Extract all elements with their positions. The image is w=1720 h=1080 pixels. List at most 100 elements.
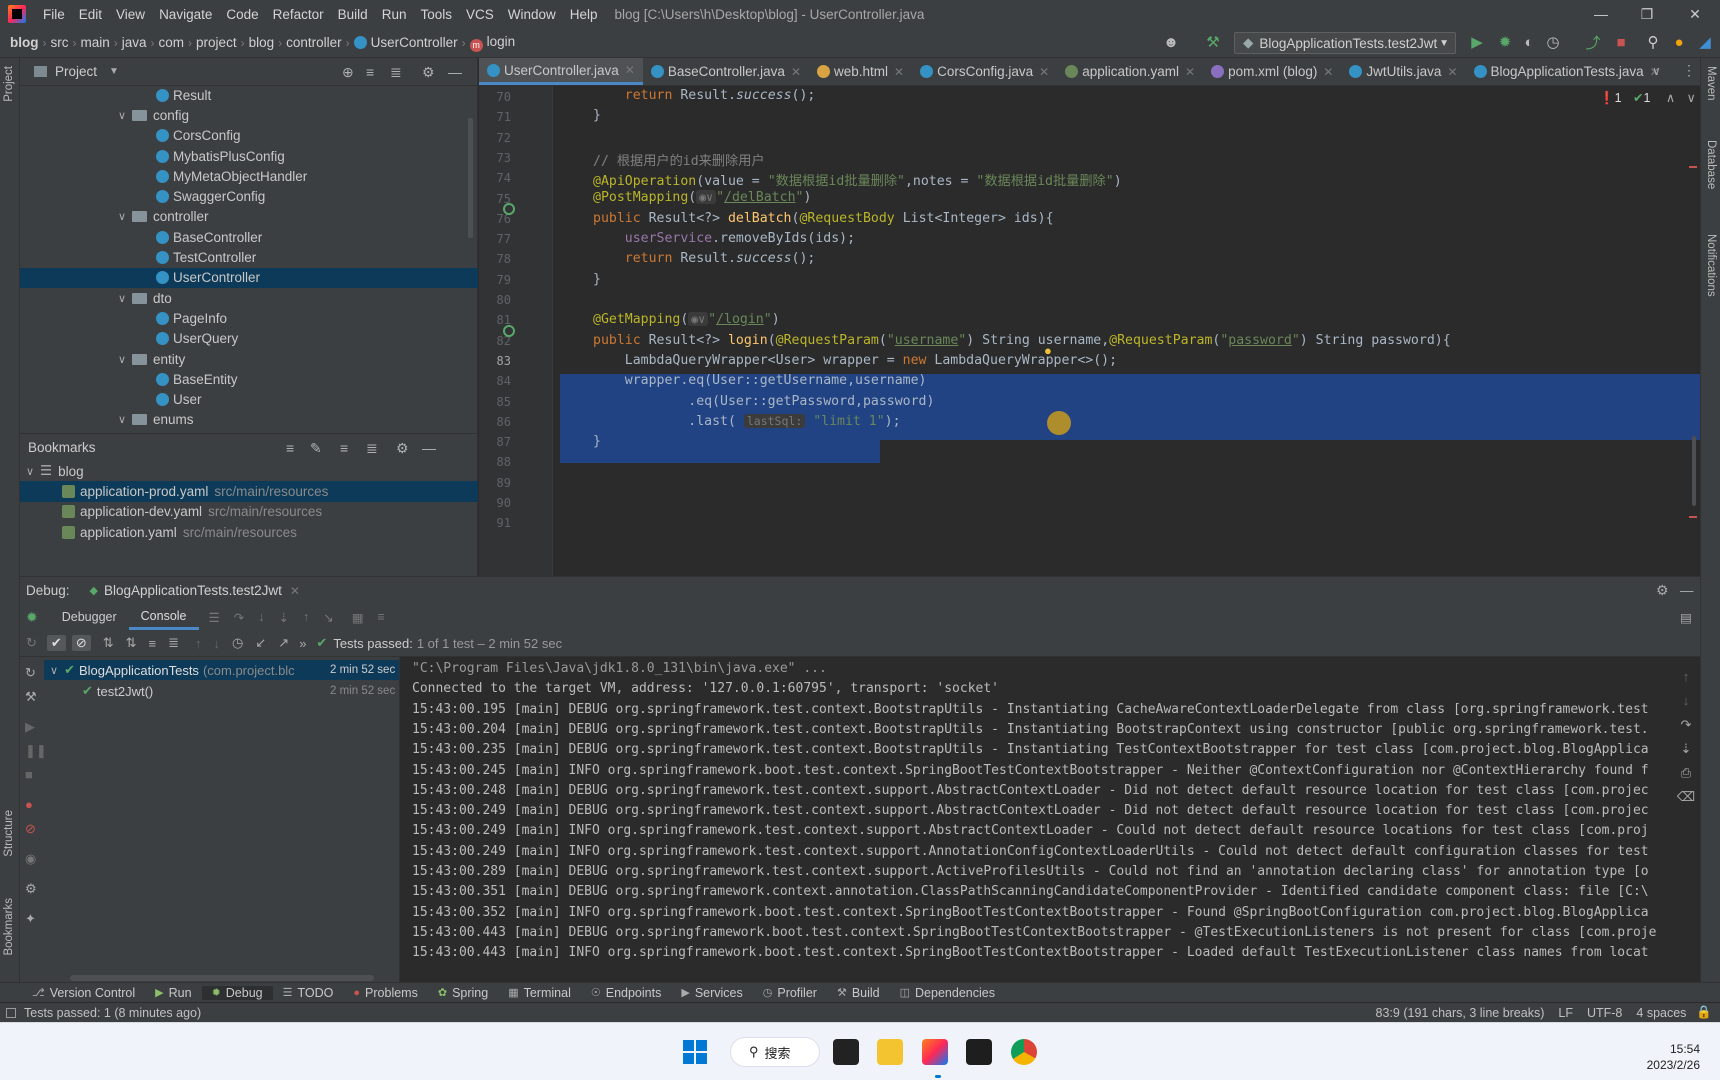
endpoint-gutter-icon[interactable] [503,325,515,337]
bookmarks-tool-label[interactable]: Bookmarks [3,898,15,956]
line-separator[interactable]: LF [1558,1006,1573,1020]
breadcrumb-project[interactable]: project [192,35,241,50]
tool-window-button[interactable]: ◫ Dependencies [890,986,1005,1000]
build-hammer-icon[interactable]: ⚒ [1204,33,1222,51]
tool-window-button[interactable]: ✹ Debug [201,985,273,1000]
bookmark-item[interactable]: application-prod.yaml src/main/resources [20,481,478,502]
tab-list-chevron-icon[interactable]: ∨ [1652,64,1661,78]
next-failed-icon[interactable]: ↓ [214,636,221,651]
restore-button[interactable]: ❐ [1624,0,1670,28]
wrench-icon[interactable]: ⚒ [25,689,37,705]
collapse-all-icon[interactable]: ≣ [366,440,378,457]
tool-window-button[interactable]: ⚒ Build [827,986,890,1000]
menu-code[interactable]: Code [219,7,265,22]
notifications-tool-label[interactable]: Notifications [1705,234,1717,297]
menu-run[interactable]: Run [375,7,414,22]
bookmark-item[interactable]: application-dev.yaml src/main/resources [20,502,478,522]
menu-refactor[interactable]: Refactor [266,7,331,22]
editor-tab[interactable]: BaseController.java ✕ [643,58,809,85]
print-icon[interactable]: ⎙ [1676,761,1696,785]
step-over-icon[interactable]: ↷ [234,610,244,625]
list-icon[interactable]: ☰ [209,610,220,625]
close-icon[interactable]: ✕ [791,65,801,79]
sort-duration-icon[interactable]: ⇅ [126,635,137,651]
close-icon[interactable]: ✕ [1185,65,1195,79]
breadcrumb-usercontroller[interactable]: UserController [350,35,462,50]
tree-class[interactable]: BaseEntity [20,369,478,389]
menu-window[interactable]: Window [501,7,563,22]
rerun-icon[interactable]: ↻ [25,665,36,681]
plugin-icon[interactable]: ◢ [1696,33,1714,51]
tool-window-button[interactable]: ◷ Profiler [753,986,827,1000]
step-into-icon[interactable]: ↓ [258,610,264,624]
gear-icon[interactable]: ⚙ [396,440,409,457]
more-icon[interactable]: ⋮ [1682,62,1696,79]
bookmark-root[interactable]: ∨ ☰ blog [20,461,478,481]
tool-window-button[interactable]: ▦ Terminal [498,986,581,1000]
editor-tab[interactable]: UserController.java ✕ [479,58,643,85]
gear-icon[interactable]: ⚙ [1656,582,1669,599]
taskbar-search[interactable]: ⚲ 搜索 [730,1037,820,1067]
close-window-button[interactable]: ✕ [1672,0,1718,28]
error-stripe-mark[interactable] [1689,516,1697,518]
editor-tab[interactable]: application.yaml ✕ [1057,58,1203,85]
expand-all-icon[interactable]: ≡ [340,440,348,456]
tree-class[interactable]: PageInfo [20,308,478,328]
collapse-all-icon[interactable]: ≣ [390,64,402,81]
test-case-row[interactable]: ✔ test2Jwt() 2 min 52 sec [44,681,399,701]
breadcrumb-src[interactable]: src [47,35,73,50]
menu-build[interactable]: Build [331,7,375,22]
tree-class[interactable]: TestController [20,247,478,267]
debug-session-tab[interactable]: BlogApplicationTests.test2Jwt [104,583,282,598]
scrollbar[interactable] [70,975,374,981]
breadcrumb-blog-pkg[interactable]: blog [245,35,279,50]
tool-window-button[interactable]: ▶ Run [145,986,201,1000]
intellij-icon[interactable] [922,1039,948,1065]
tree-folder[interactable]: ∨ enums [20,410,478,430]
run-to-cursor-icon[interactable]: ↘ [323,610,333,625]
rerun-icon[interactable]: ↻ [26,635,37,651]
tool-window-button[interactable]: ☰ TODO [273,986,344,1000]
clock[interactable]: 15:54 2023/2/26 [1620,1041,1700,1073]
show-passed-toggle[interactable]: ✔ [46,635,66,651]
menu-navigate[interactable]: Navigate [152,7,219,22]
tree-folder[interactable]: ∨ entity [20,349,478,369]
tree-class[interactable]: CorsConfig [20,126,478,146]
menu-tools[interactable]: Tools [413,7,459,22]
project-tool-label[interactable]: Project [3,66,15,102]
maven-tool-label[interactable]: Maven [1705,66,1717,101]
editor-tab[interactable]: BlogApplicationTests.java ✕ [1466,58,1668,85]
resume-icon[interactable]: ▶ [25,719,35,735]
menu-edit[interactable]: Edit [72,7,109,22]
close-icon[interactable]: ✕ [290,584,300,598]
mute-breakpoints-icon[interactable]: ⊘ [25,821,36,837]
tree-class[interactable]: MybatisPlusConfig [20,146,478,166]
close-icon[interactable]: ✕ [894,65,904,79]
error-stripe-mark[interactable] [1689,166,1697,168]
breadcrumb-login[interactable]: m login [466,34,520,52]
pin-icon[interactable]: ✦ [25,911,36,927]
task-view-icon[interactable] [833,1039,859,1065]
tree-folder[interactable]: ∨ dto [20,288,478,308]
menu-view[interactable]: View [109,7,152,22]
database-tool-label[interactable]: Database [1705,140,1717,189]
tree-class[interactable]: Result [20,85,478,105]
sort-alpha-icon[interactable]: ⇅ [103,635,114,651]
stop-icon[interactable]: ■ [1612,33,1630,51]
chevron-up-icon[interactable]: ∧ [1666,91,1675,105]
expand-all-icon[interactable]: ≡ [366,64,374,80]
file-explorer-icon[interactable] [877,1039,903,1065]
scrollbar[interactable] [1692,436,1696,506]
locate-icon[interactable]: ⊕ [342,64,354,81]
tree-class[interactable]: BaseController [20,227,478,247]
editor-tab[interactable]: CorsConfig.java ✕ [912,58,1057,85]
stop-icon[interactable]: ■ [25,767,33,782]
camera-icon[interactable]: ◉ [25,851,36,867]
user-icon[interactable]: ☻ [1162,33,1180,51]
run-configuration-select[interactable]: ◆ BlogApplicationTests.test2Jwt ▼ [1234,32,1456,54]
soft-wrap-icon[interactable]: ↷ [1676,713,1696,737]
evaluate-icon[interactable]: ▦ [352,610,364,625]
tree-class[interactable]: UserController [20,267,478,288]
breadcrumb-java[interactable]: java [118,35,151,50]
breadcrumb-controller[interactable]: controller [282,35,346,50]
